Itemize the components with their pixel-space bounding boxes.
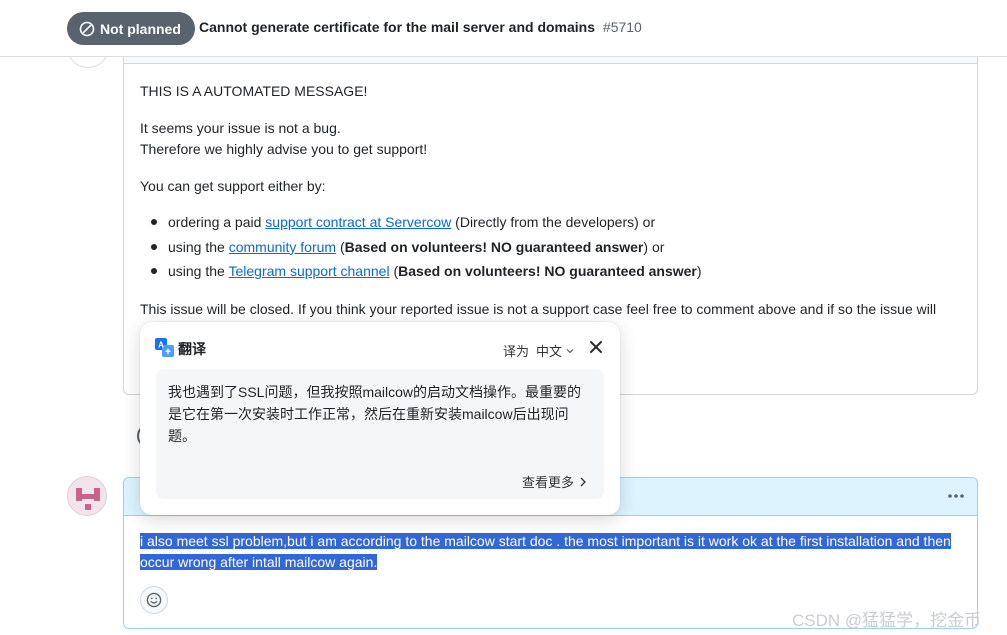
list-item-bold: Based on volunteers! NO guaranteed answe… (398, 263, 697, 279)
list-item-text: ( (336, 238, 345, 255)
issue-title: Cannot generate certificate for the mail… (199, 19, 642, 35)
target-language-value: 中文 (536, 344, 563, 359)
list-item-text: ) or (643, 238, 665, 255)
state-badge: Not planned (67, 12, 195, 45)
telegram-link[interactable]: Telegram support channel (228, 263, 389, 279)
target-language-select[interactable]: 中文 (536, 341, 574, 360)
watermark: CSDN @猛猛学，挖金币 (792, 611, 982, 630)
translation-result-text: 我也遇到了SSL问题，但我按照mailcow的启动文档操作。最重要的是它在第一次… (168, 384, 582, 444)
not-bug-text: It seems your issue is not a bug. (140, 120, 341, 136)
closed-note: This issue will be closed. If you think … (140, 301, 937, 317)
user-comment-body: i also meet ssl problem,but i am accordi… (140, 531, 964, 573)
see-more-button[interactable]: 查看更多 (522, 472, 586, 491)
chevron-down-icon (566, 348, 574, 353)
list-item: using the Telegram support channel (Base… (140, 259, 702, 284)
popup-title: 翻译 (178, 341, 206, 357)
translation-result-box: 我也遇到了SSL问题，但我按照mailcow的启动文档操作。最重要的是它在第一次… (156, 369, 604, 499)
user-avatar[interactable] (67, 476, 107, 516)
translate-popup: A 翻译 译为 中文 我也遇到了SSL问题，但我按照mailcow的启动文档操作… (140, 322, 620, 515)
translate-logo-icon: A (155, 338, 174, 357)
issue-header: Not planned Cannot generate certificate … (0, 0, 1007, 57)
chevron-right-icon (580, 477, 586, 486)
list-item: ordering a paid support contract at Serv… (140, 210, 702, 235)
support-intro: You can get support either by: (140, 178, 326, 194)
list-item-text: ) (696, 263, 702, 279)
list-item-text: ordering a paid (168, 214, 266, 230)
support-list: ordering a paid support contract at Serv… (140, 210, 702, 284)
kebab-horizontal-icon (948, 494, 964, 498)
svg-text:A: A (158, 341, 164, 350)
list-item-text: (Directly from the developers) or (451, 214, 656, 230)
advise-text: Therefore we highly advise you to get su… (140, 141, 428, 157)
translate-to-label: 译为 (503, 344, 530, 359)
issue-title-text: Cannot generate certificate for the mail… (199, 19, 596, 35)
identicon-icon (76, 488, 100, 510)
more-options-button[interactable] (943, 484, 969, 508)
list-item-text: using the (168, 238, 229, 255)
add-reaction-button[interactable] (140, 586, 168, 614)
list-item: using the community forum (Based on volu… (140, 235, 702, 260)
close-icon[interactable] (588, 339, 604, 355)
automated-notice: THIS IS A AUTOMATED MESSAGE! (140, 83, 368, 99)
issue-number[interactable]: #5710 (603, 19, 642, 35)
see-more-label: 查看更多 (521, 475, 574, 490)
community-forum-link[interactable]: community forum (229, 239, 336, 255)
servercow-link[interactable]: support contract at Servercow (265, 214, 451, 230)
state-badge-label: Not planned (100, 20, 181, 37)
list-item-text: ( (389, 263, 399, 279)
skip-icon (79, 21, 95, 36)
list-item-text: using the (168, 263, 229, 279)
list-item-bold: Based on volunteers! NO guaranteed answe… (344, 238, 644, 255)
selected-comment-text[interactable]: i also meet ssl problem,but i am accordi… (140, 533, 951, 570)
smiley-icon (146, 592, 162, 608)
